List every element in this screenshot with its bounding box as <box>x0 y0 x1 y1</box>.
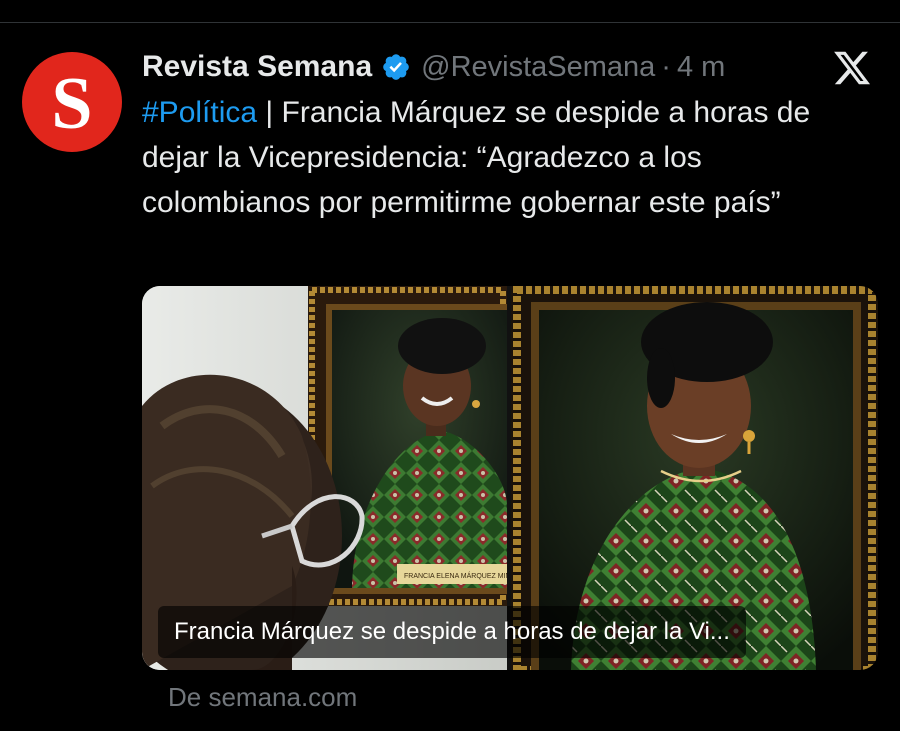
timestamp[interactable]: 4 m <box>677 51 725 84</box>
avatar[interactable]: S <box>22 52 122 152</box>
x-logo-icon <box>834 51 871 85</box>
nameplate-text: FRANCIA ELENA MÁRQUEZ MINA <box>404 571 507 580</box>
separator-dot: · <box>661 50 671 83</box>
card-source[interactable]: De semana.com <box>168 682 357 713</box>
hashtag-link[interactable]: #Política <box>142 96 257 129</box>
avatar-letter: S <box>51 63 93 145</box>
link-card[interactable]: FRANCIA ELENA MÁRQUEZ MINA Francia Márqu… <box>142 286 878 670</box>
top-divider <box>0 22 900 23</box>
verified-badge-icon <box>383 54 409 80</box>
tweet-text: #Política | Francia Márquez se despide a… <box>142 90 872 225</box>
author-name[interactable]: Revista Semana <box>142 50 372 84</box>
tweet-header: Revista Semana @RevistaSemana · 4 m <box>142 46 725 88</box>
author-handle[interactable]: @RevistaSemana <box>421 51 655 84</box>
card-caption: Francia Márquez se despide a horas de de… <box>158 606 746 658</box>
